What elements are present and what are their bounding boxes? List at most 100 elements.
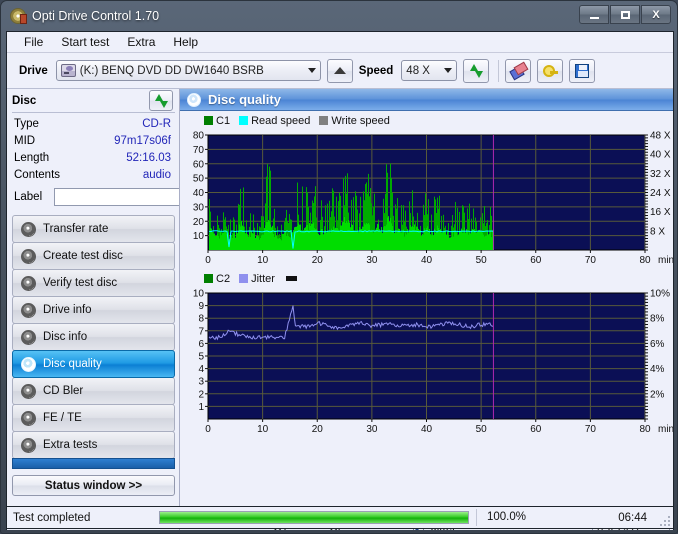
legend-swatch-icon <box>204 274 213 283</box>
chevron-down-icon <box>440 61 456 80</box>
sidebar-item-drive-info[interactable]: Drive info <box>12 296 175 324</box>
minimize-button[interactable] <box>579 5 609 24</box>
window-title: Opti Drive Control 1.70 <box>32 9 160 23</box>
minimize-icon <box>589 16 599 19</box>
progress-percent: 100.0% <box>476 509 564 526</box>
svg-text:40: 40 <box>421 255 433 266</box>
sidebar-item-transfer-rate[interactable]: Transfer rate <box>12 215 175 243</box>
speed-select[interactable]: 48 X <box>401 60 458 81</box>
disc-row-value: 97m17s06f <box>114 135 171 147</box>
status-window-button[interactable]: Status window >> <box>12 475 175 496</box>
drive-label: Drive <box>19 64 48 77</box>
eraser-icon <box>511 64 526 77</box>
menu-bar: File Start test Extra Help <box>7 32 673 53</box>
svg-text:30: 30 <box>366 255 378 266</box>
svg-text:10: 10 <box>193 231 205 242</box>
sidebar-item-verify-test-disc[interactable]: Verify test disc <box>12 269 175 297</box>
svg-text:40: 40 <box>193 188 205 199</box>
svg-text:4%: 4% <box>650 364 665 375</box>
legend-item-c1: C1 <box>204 115 230 127</box>
sidebar-item-label: Disc quality <box>43 358 102 370</box>
panel-header: Disc quality <box>180 89 673 111</box>
save-button[interactable] <box>569 58 596 83</box>
svg-text:20: 20 <box>312 424 324 435</box>
toolbar: Drive (K:) BENQ DVD DD DW1640 BSRB Speed… <box>7 53 673 89</box>
refresh-icon <box>469 63 484 78</box>
window-controls: X <box>579 5 671 24</box>
menu-help[interactable]: Help <box>164 33 207 51</box>
disc-icon <box>21 221 36 237</box>
svg-text:70: 70 <box>193 145 205 156</box>
disc-refresh-button[interactable] <box>149 90 173 111</box>
sidebar-item-label: Verify test disc <box>43 277 118 289</box>
svg-text:50: 50 <box>476 424 488 435</box>
legend-swatch-icon <box>204 116 213 125</box>
disc-row-value: audio <box>142 169 171 181</box>
close-icon: X <box>652 8 660 21</box>
sidebar-item-label: Transfer rate <box>43 223 109 235</box>
disc-info-list: Type CD-R MID 97m17s06f Length 52:16.03 … <box>12 113 232 210</box>
drive-select[interactable]: (K:) BENQ DVD DD DW1640 BSRB <box>55 60 321 81</box>
svg-text:9: 9 <box>198 301 204 312</box>
toolbar-divider <box>498 59 500 82</box>
speed-select-value: 48 X <box>406 64 430 77</box>
svg-text:8 X: 8 X <box>650 226 665 237</box>
sidebar-item-cd-bler[interactable]: CD Bler <box>12 377 175 405</box>
disc-row-key: Type <box>14 118 39 130</box>
disc-icon <box>21 437 36 453</box>
svg-text:24 X: 24 X <box>650 188 671 199</box>
nav-accent-strip <box>12 458 175 469</box>
menu-extra[interactable]: Extra <box>118 33 164 51</box>
svg-text:60: 60 <box>530 424 542 435</box>
disc-icon <box>21 329 36 345</box>
progress-bar <box>159 511 469 524</box>
svg-text:6%: 6% <box>650 339 665 350</box>
disc-icon <box>21 302 36 318</box>
legend-label: C1 <box>216 114 231 127</box>
svg-text:10: 10 <box>257 255 269 266</box>
disc-row-key: Length <box>14 152 50 164</box>
sidebar: Disc Type CD-R MID 97m17s06f Length 52:1… <box>7 89 232 530</box>
key-icon <box>542 64 558 77</box>
legend-marker-icon <box>285 276 297 281</box>
sidebar-item-extra-tests[interactable]: Extra tests <box>12 431 175 459</box>
legend-swatch-icon <box>239 116 249 125</box>
sidebar-item-disc-info[interactable]: Disc info <box>12 323 175 351</box>
resize-grip-icon[interactable] <box>658 514 670 526</box>
close-button[interactable]: X <box>641 5 671 24</box>
legend-label: C2 <box>216 272 231 285</box>
refresh-button[interactable] <box>463 58 490 83</box>
svg-text:80: 80 <box>639 424 651 435</box>
erase-button[interactable] <box>505 58 532 83</box>
disc-icon <box>21 410 36 426</box>
disc-label-key: Label <box>14 190 43 203</box>
legend-label: Jitter <box>251 272 275 285</box>
svg-text:40: 40 <box>421 424 433 435</box>
svg-text:4: 4 <box>198 364 204 375</box>
maximize-button[interactable] <box>610 5 640 24</box>
menu-start-test[interactable]: Start test <box>52 33 118 51</box>
sidebar-item-label: Drive info <box>43 304 92 316</box>
svg-text:70: 70 <box>585 424 597 435</box>
chart-c2-canvas: 123456789102%4%6%8%10%0 10 20 30 40 50 60 70 80 m… <box>193 289 673 436</box>
svg-text:16 X: 16 X <box>650 207 671 218</box>
key-button[interactable] <box>537 58 564 83</box>
legend-swatch-icon <box>239 274 249 283</box>
disc-group-title: Disc <box>12 94 37 107</box>
disc-row-value: 52:16.03 <box>126 152 171 164</box>
sidebar-item-create-test-disc[interactable]: Create test disc <box>12 242 175 270</box>
svg-text:5: 5 <box>198 352 204 363</box>
svg-text:32 X: 32 X <box>650 169 671 180</box>
menu-file[interactable]: File <box>15 33 52 51</box>
sidebar-item-disc-quality[interactable]: Disc quality <box>12 350 175 378</box>
eject-button[interactable] <box>326 58 353 83</box>
disc-quality-icon <box>187 92 201 107</box>
sidebar-item-fe-te[interactable]: FE / TE <box>12 404 175 432</box>
status-text: Test completed <box>13 511 91 524</box>
maximize-icon <box>620 10 630 19</box>
app-window: Opti Drive Control 1.70 X File Start tes… <box>0 0 678 534</box>
drive-icon <box>60 64 76 77</box>
disc-row-key: Contents <box>14 169 61 181</box>
svg-text:20: 20 <box>193 217 205 228</box>
sidebar-item-label: CD Bler <box>43 385 84 397</box>
